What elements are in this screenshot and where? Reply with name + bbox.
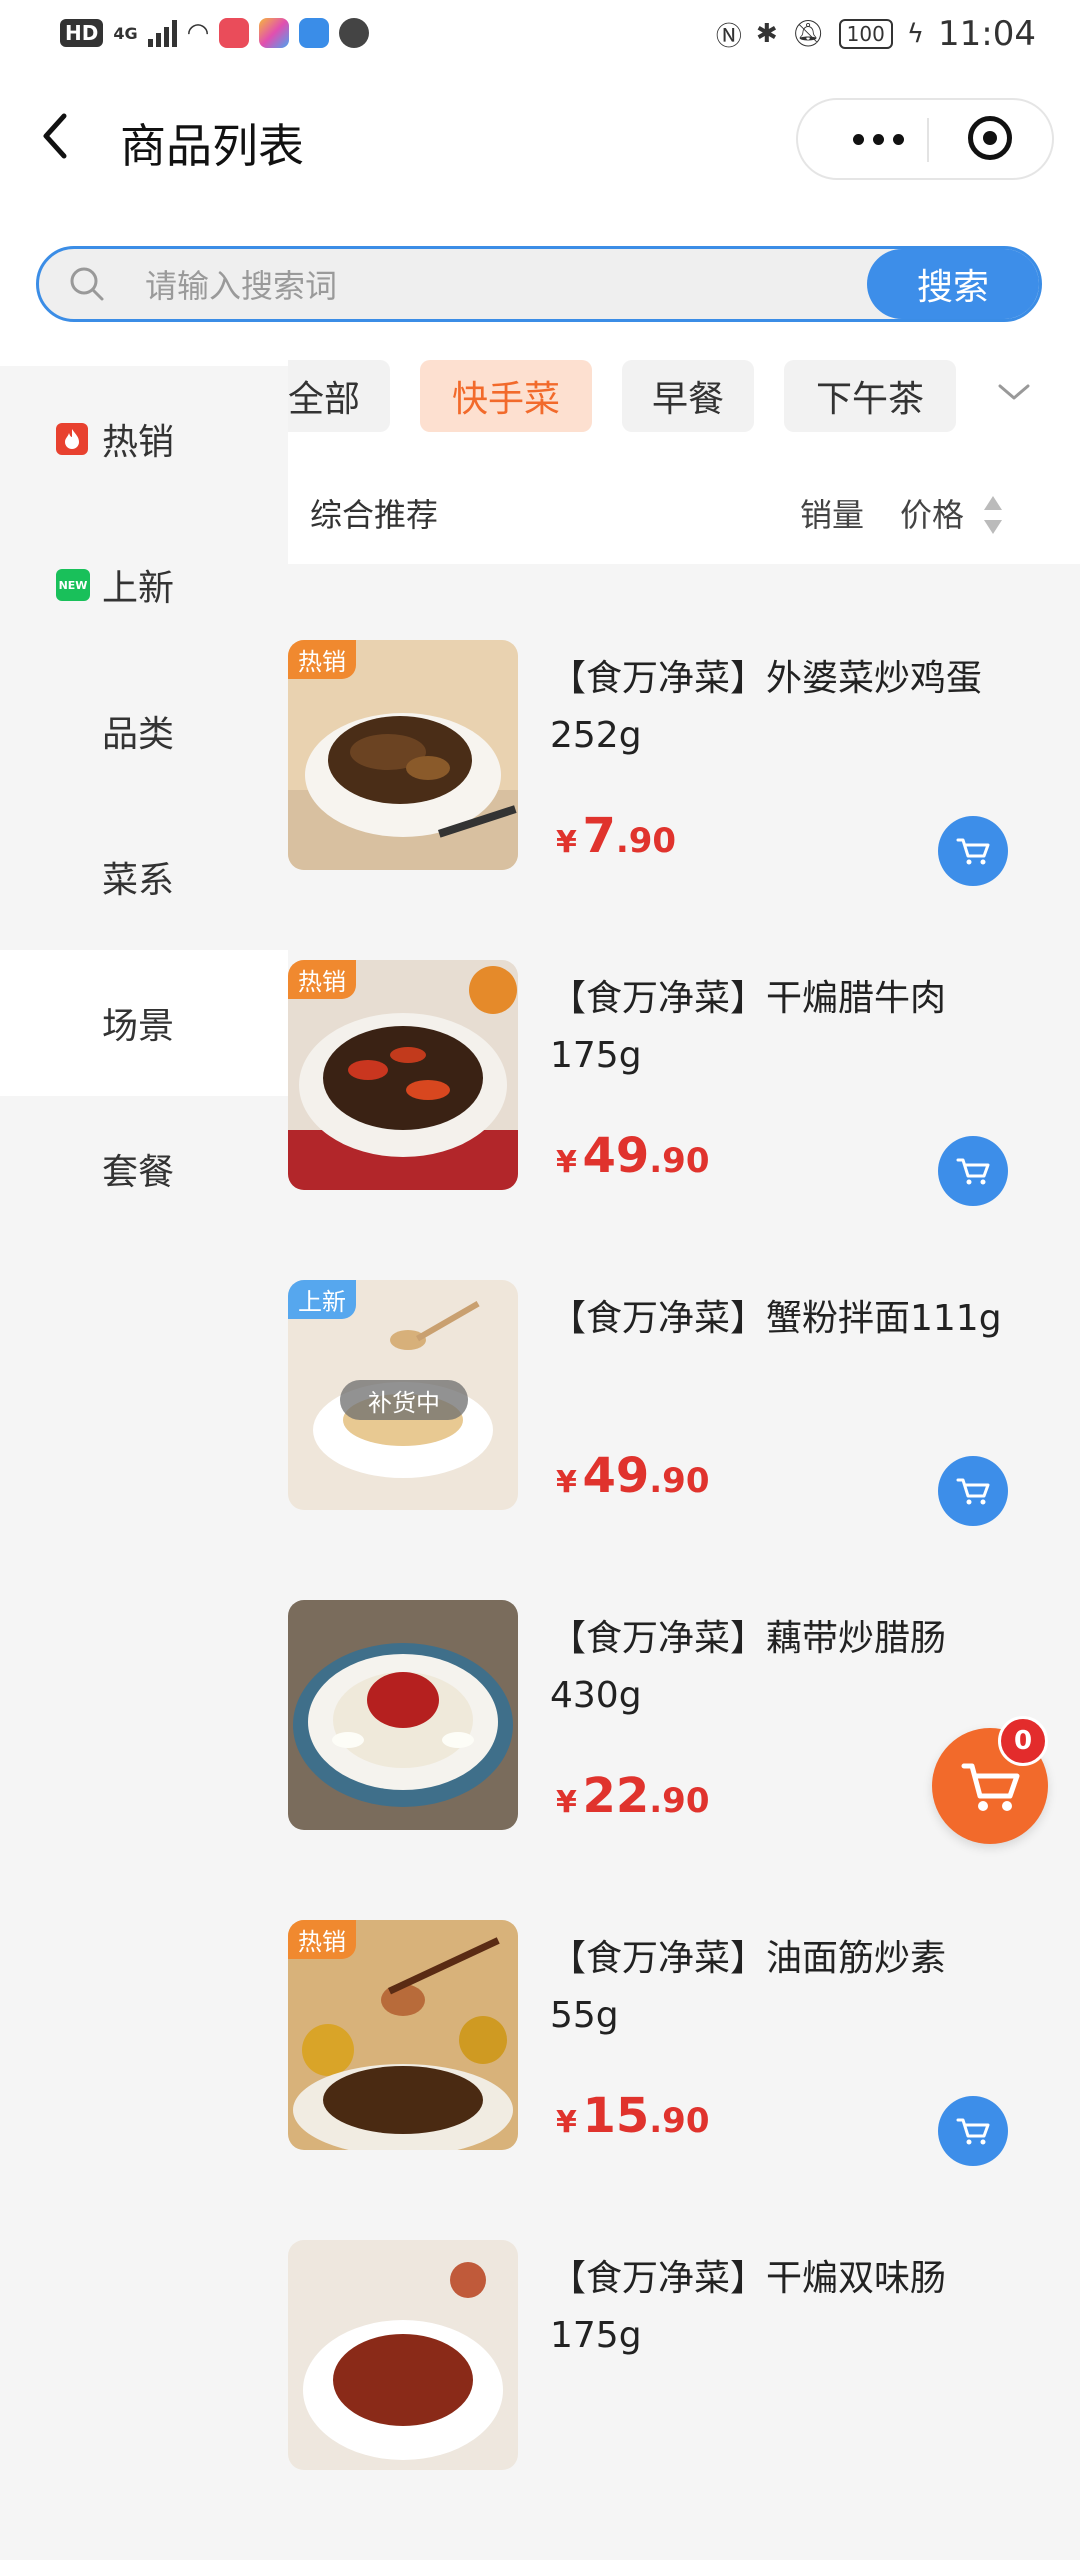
sub-category-tabs: 全部 快手菜 早餐 下午茶 [288, 356, 1080, 452]
add-to-cart-button[interactable] [938, 2096, 1008, 2166]
cart-icon [956, 2118, 990, 2145]
hd-icon: HD [60, 19, 104, 47]
add-to-cart-button[interactable] [938, 816, 1008, 886]
sidebar-item-category[interactable]: 品类 [0, 658, 288, 804]
cart-count-badge: 0 [998, 1716, 1048, 1766]
sort-price[interactable]: 价格 [900, 490, 964, 536]
product-price: ¥ 49.90 [556, 1128, 710, 1184]
sort-bar: 综合推荐 销量 价格 [288, 452, 1080, 564]
new-badge: 上新 [288, 1280, 356, 1319]
product-price: ¥ 22.90 [556, 1768, 710, 1824]
tab-breakfast[interactable]: 早餐 [622, 360, 754, 432]
clock: 11:04 [938, 14, 1036, 54]
charging-icon: ϟ [906, 19, 925, 49]
chevron-down-icon[interactable] [994, 372, 1034, 412]
new-icon: NEW [56, 569, 90, 601]
sidebar-item-cuisine[interactable]: 菜系 [0, 804, 288, 950]
sidebar-item-new[interactable]: NEW 上新 [0, 512, 288, 658]
product-name: 【食万净菜】干煸双味肠175g [550, 2258, 947, 2356]
back-icon[interactable] [36, 108, 80, 164]
product-price: ¥ 15.90 [556, 2088, 710, 2144]
sidebar-item-combo[interactable]: 套餐 [0, 1096, 288, 1242]
sort-arrows-icon [984, 496, 1002, 534]
close-target-icon[interactable] [968, 116, 1012, 160]
page-title: 商品列表 [120, 119, 304, 173]
product-image[interactable]: 热销 [288, 960, 518, 1190]
hot-badge: 热销 [288, 1920, 356, 1959]
cart-icon [956, 838, 990, 865]
product-image[interactable]: 热销 [288, 640, 518, 870]
capsule-divider [927, 118, 929, 162]
sort-recommended[interactable]: 综合推荐 [310, 490, 438, 536]
product-image[interactable]: 上新 补货中 [288, 1280, 518, 1510]
signal-icon [147, 19, 177, 47]
product-item[interactable]: 【食万净菜】干煸双味肠175g [288, 2240, 1080, 2560]
sidebar-item-label: 热销 [102, 422, 175, 463]
tab-afternoon-tea[interactable]: 下午茶 [784, 360, 956, 432]
sidebar-item-hot[interactable]: 热销 [0, 366, 288, 512]
product-name: 【食万净菜】藕带炒腊肠430g [550, 1618, 947, 1716]
product-name: 【食万净菜】外婆菜炒鸡蛋252g [550, 658, 983, 756]
tab-all[interactable]: 全部 [288, 360, 390, 432]
sidebar-item-label: 套餐 [102, 1152, 175, 1193]
search-input[interactable] [143, 257, 887, 315]
sidebar-item-scene[interactable]: 场景 [0, 950, 288, 1096]
product-name: 【食万净菜】干煸腊牛肉175g [550, 978, 947, 1076]
search-icon [70, 267, 104, 301]
hot-badge: 热销 [288, 960, 356, 999]
product-item[interactable]: 热销 【食万净菜】外婆菜炒鸡蛋252g ¥ 7.90 [288, 640, 1080, 960]
status-bar: HD 4G ◠ Ⓝ ✱ 🔕︎ 100 ϟ 11:04 [0, 0, 1080, 76]
mini-program-capsule [796, 98, 1054, 180]
category-sidebar: 热销 NEW 上新 品类 菜系 场景 套餐 [0, 366, 288, 2340]
product-price: ¥ 49.90 [556, 1448, 710, 1504]
cloud-icon [299, 18, 330, 48]
add-to-cart-button[interactable] [938, 1136, 1008, 1206]
app-notification-icon [259, 18, 290, 48]
more-icon[interactable] [828, 100, 928, 178]
product-price: ¥ 7.90 [556, 808, 677, 864]
status-left: HD 4G ◠ [60, 18, 370, 48]
network-type: 4G [113, 23, 138, 43]
add-to-cart-button[interactable] [938, 1456, 1008, 1526]
cart-icon [956, 1478, 990, 1505]
tab-quick-dishes[interactable]: 快手菜 [420, 360, 592, 432]
product-name: 【食万净菜】油面筋炒素55g [550, 1938, 947, 2036]
bluetooth-icon: ✱ [755, 19, 778, 49]
status-right: Ⓝ ✱ 🔕︎ 100 ϟ 11:04 [716, 14, 1036, 54]
sidebar-item-label: 品类 [102, 714, 175, 755]
product-image[interactable]: 热销 [288, 1920, 518, 2150]
restock-overlay: 补货中 [340, 1380, 468, 1420]
mute-icon: 🔕︎ [791, 19, 825, 49]
sort-sales[interactable]: 销量 [800, 490, 864, 536]
hot-badge: 热销 [288, 640, 356, 679]
fire-icon [56, 423, 88, 455]
product-item[interactable]: 上新 补货中 【食万净菜】蟹粉拌面111g ¥ 49.90 [288, 1280, 1080, 1600]
sidebar-item-label: 场景 [102, 1006, 175, 1047]
product-image[interactable] [288, 1600, 518, 1830]
search-bar: 搜索 [36, 246, 1042, 322]
app-notification-icon [339, 18, 370, 48]
product-item[interactable]: 热销 【食万净菜】油面筋炒素55g ¥ 15.90 [288, 1920, 1080, 2240]
sidebar-item-label: 上新 [102, 568, 175, 609]
product-image[interactable] [288, 2240, 518, 2470]
nfc-icon: Ⓝ [715, 21, 742, 52]
battery-icon: 100 [838, 19, 893, 49]
app-notification-icon [219, 18, 250, 48]
product-name: 【食万净菜】蟹粉拌面111g [550, 1298, 1002, 1339]
search-button[interactable]: 搜索 [867, 249, 1039, 319]
sidebar-item-label: 菜系 [102, 860, 175, 901]
product-item[interactable]: 热销 【食万净菜】干煸腊牛肉175g ¥ 49.90 [288, 960, 1080, 1280]
wifi-icon: ◠ [186, 18, 210, 48]
cart-icon [956, 1158, 990, 1185]
